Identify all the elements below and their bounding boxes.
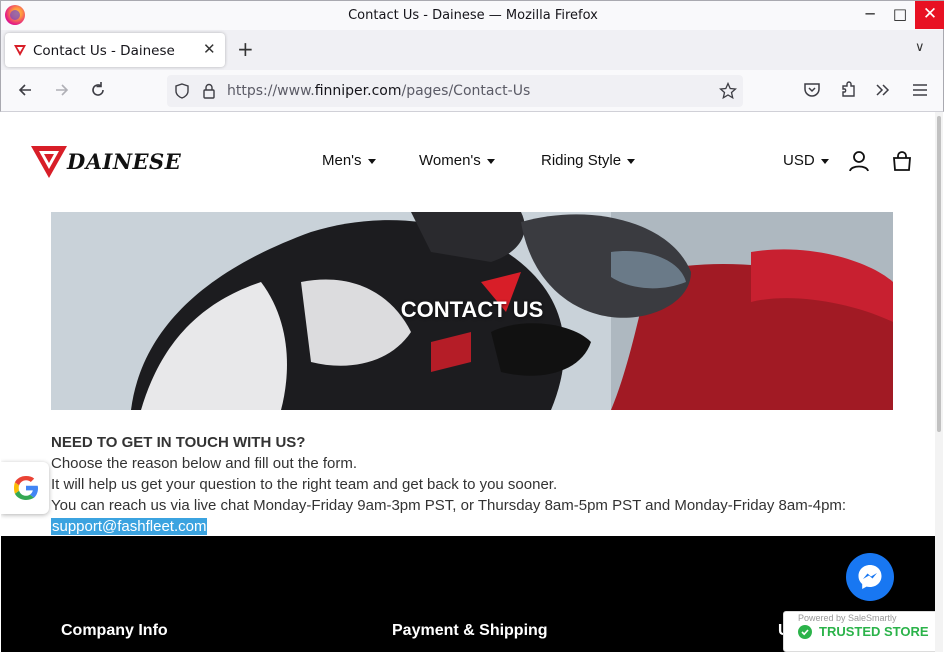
dainese-logo[interactable]: DAINESE [31,142,183,182]
dainese-devil-logo-icon [31,146,67,178]
list-all-tabs-button[interactable]: ∨ [915,40,925,55]
tab-title: Contact Us - Dainese [33,43,175,59]
check-shield-icon [798,625,812,639]
tab-contact-us[interactable]: Contact Us - Dainese ✕ [5,33,225,67]
currency-label: USD [783,152,815,169]
support-email-link[interactable]: support@fashfleet.com [51,518,208,535]
reload-icon[interactable] [88,80,108,100]
google-g-icon [14,476,38,500]
contact-line-3: You can reach us via live chat Monday-Fr… [51,497,847,514]
window-titlebar: Contact Us - Dainese — Mozilla Firefox ─… [0,0,944,30]
footer-company-info[interactable]: Company Info [61,622,168,640]
window-title: Contact Us - Dainese — Mozilla Firefox [348,8,598,23]
nav-riding-style[interactable]: Riding Style [541,152,636,169]
url-prefix: https://www. [227,83,315,99]
caret-down-icon [820,158,829,164]
web-page: DAINESE Men's Women's Riding Style USD C… [1,112,935,652]
nav-mens-label: Men's [322,152,362,169]
tab-close-icon[interactable]: ✕ [203,40,216,58]
nav-womens-label: Women's [419,152,481,169]
lock-icon[interactable] [201,82,217,100]
nav-riding-style-label: Riding Style [541,152,622,169]
caret-down-icon [486,158,495,164]
tab-strip: Contact Us - Dainese ✕ + ∨ [0,30,944,70]
nav-womens[interactable]: Women's [419,152,495,169]
hero-title: CONTACT US [400,297,544,322]
close-window-button[interactable]: ✕ [915,1,944,29]
maximize-button[interactable]: □ [885,1,915,29]
currency-selector[interactable]: USD [783,152,829,169]
contact-info: NEED TO GET IN TOUCH WITH US? Choose the… [51,432,846,537]
bookmark-star-icon[interactable] [719,82,737,100]
hero-banner: CONTACT US [51,212,893,410]
account-icon[interactable] [848,150,870,172]
back-arrow-icon[interactable] [15,80,35,100]
messenger-icon [858,565,882,589]
hamburger-menu-icon[interactable] [910,80,930,100]
forward-arrow-icon[interactable] [52,80,72,100]
footer-payment-shipping[interactable]: Payment & Shipping [392,622,548,640]
url-text[interactable]: https://www.finniper.com/pages/Contact-U… [227,83,530,99]
navigation-toolbar: https://www.finniper.com/pages/Contact-U… [0,70,944,112]
google-reviews-badge[interactable] [1,462,49,514]
dainese-favicon-icon [14,45,26,56]
caret-down-icon [627,158,636,164]
caret-down-icon [367,158,376,164]
site-header: DAINESE Men's Women's Riding Style USD [1,112,935,210]
powered-by-label: Powered by SaleSmartly [798,613,897,623]
messenger-chat-button[interactable] [846,553,894,601]
scrollbar-thumb[interactable] [937,116,941,432]
brand-wordmark: DAINESE [67,149,182,174]
contact-line-1: Choose the reason below and fill out the… [51,455,358,472]
shield-icon[interactable] [173,82,191,100]
trusted-store-label: TRUSTED STORE [819,624,929,639]
minimize-button[interactable]: ─ [855,1,885,29]
url-domain: finniper.com [314,83,402,99]
pocket-icon[interactable] [802,80,822,100]
nav-mens[interactable]: Men's [322,152,376,169]
shopping-bag-icon[interactable] [891,150,913,172]
address-bar[interactable]: https://www.finniper.com/pages/Contact-U… [167,75,743,107]
contact-line-2: It will help us get your question to the… [51,476,558,493]
new-tab-button[interactable]: + [237,37,254,61]
overflow-chevrons-icon[interactable] [873,80,893,100]
url-path: /pages/Contact-Us [401,83,531,99]
contact-heading: NEED TO GET IN TOUCH WITH US? [51,434,306,451]
extensions-icon[interactable] [839,80,859,100]
page-scrollbar[interactable] [935,112,943,652]
trusted-store-badge[interactable]: Powered by SaleSmartly TRUSTED STORE [783,611,935,652]
